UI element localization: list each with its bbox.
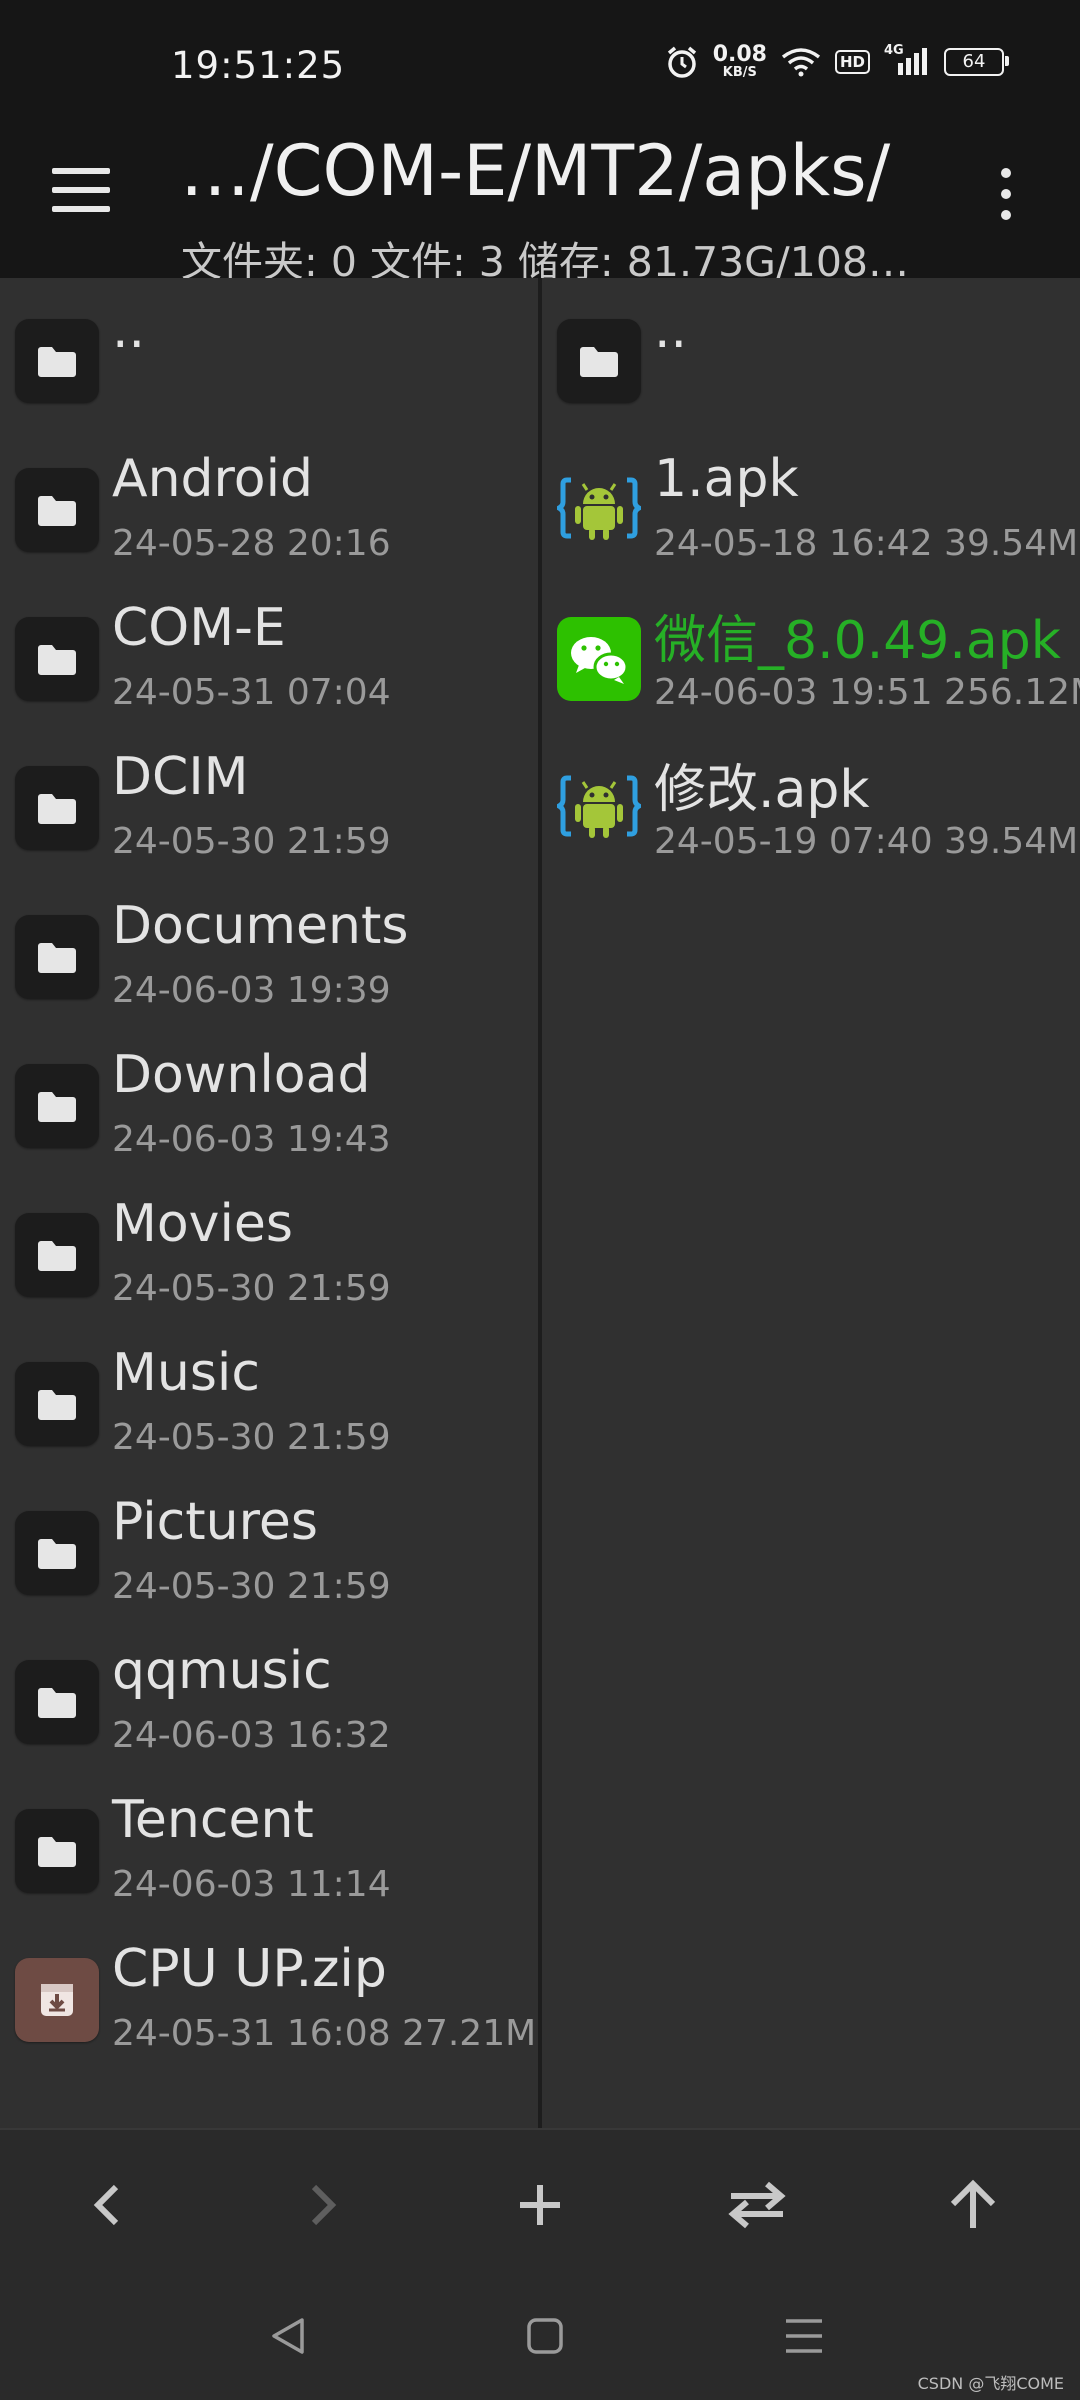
file-list-item[interactable]: Android 24-05-28 20:16 xyxy=(0,435,538,584)
file-list-item[interactable]: 修改.apk 24-05-19 07:40 39.54M xyxy=(542,733,1080,882)
signal-label: 4G xyxy=(884,42,904,58)
file-list-item[interactable]: Movies 24-05-30 21:59 xyxy=(0,1180,538,1329)
folder-icon xyxy=(15,1362,99,1446)
file-meta: 24-06-03 11:14 xyxy=(112,1864,391,1905)
android-apk-icon xyxy=(557,766,641,850)
file-meta: 24-06-03 19:39 xyxy=(112,970,391,1011)
status-time: 19:51:25 xyxy=(171,44,346,87)
file-meta: 24-05-30 21:59 xyxy=(112,821,391,862)
add-icon xyxy=(516,2181,564,2233)
file-name: Android xyxy=(112,449,314,509)
more-options-button[interactable] xyxy=(994,168,1018,220)
file-list-item[interactable]: Download 24-06-03 19:43 xyxy=(0,1031,538,1180)
file-list-item[interactable]: 1.apk 24-05-18 16:42 39.54M xyxy=(542,435,1080,584)
triangle-back-icon xyxy=(268,2316,308,2360)
nav-home-button[interactable] xyxy=(515,2308,575,2368)
file-meta: 24-05-30 21:59 xyxy=(112,1566,391,1607)
network-speed-value: 0.08 xyxy=(712,42,767,67)
file-meta: 24-06-03 19:43 xyxy=(112,1119,391,1160)
folder-icon xyxy=(15,915,99,999)
nav-recents-button[interactable] xyxy=(774,2308,834,2368)
wifi-icon xyxy=(781,47,821,77)
file-list-item[interactable]: Pictures 24-05-30 21:59 xyxy=(0,1478,538,1627)
file-name: CPU UP.zip xyxy=(112,1939,387,1999)
folder-icon xyxy=(15,1809,99,1893)
hd-badge: HD xyxy=(834,49,870,74)
up-directory-button[interactable] xyxy=(938,2172,1008,2242)
folder-icon xyxy=(15,319,99,403)
parent-directory-label: .. xyxy=(112,300,146,360)
file-list-item[interactable]: CPU UP.zip 24-05-31 16:08 27.21M xyxy=(0,1925,538,2074)
file-meta: 24-05-19 07:40 39.54M xyxy=(654,821,1079,862)
square-home-icon xyxy=(526,2317,564,2359)
folder-icon xyxy=(15,1213,99,1297)
forward-button[interactable] xyxy=(288,2172,358,2242)
file-list-item[interactable]: Music 24-05-30 21:59 xyxy=(0,1329,538,1478)
parent-directory-label: .. xyxy=(654,300,688,360)
file-list-item[interactable]: COM-E 24-05-31 07:04 xyxy=(0,584,538,733)
file-list-item[interactable]: DCIM 24-05-30 21:59 xyxy=(0,733,538,882)
file-name: Pictures xyxy=(112,1492,318,1552)
file-name: Music xyxy=(112,1343,260,1403)
status-icons: 0.08 KB/S HD 4G 64 xyxy=(665,42,1009,80)
current-path: …/COM-E/MT2/apks/ xyxy=(180,130,891,212)
folder-icon xyxy=(15,766,99,850)
file-meta: 24-06-03 16:32 xyxy=(112,1715,391,1756)
file-meta: 24-06-03 19:51 256.12M xyxy=(654,672,1080,713)
file-name: qqmusic xyxy=(112,1641,332,1701)
file-meta: 24-05-30 21:59 xyxy=(112,1268,391,1309)
battery-indicator: 64 xyxy=(944,47,1009,76)
file-list-item[interactable]: Documents 24-06-03 19:39 xyxy=(0,882,538,1031)
file-list-item[interactable]: Tencent 24-06-03 11:14 xyxy=(0,1776,538,1925)
archive-icon xyxy=(15,1958,99,2042)
file-name: COM-E xyxy=(112,598,286,658)
wechat-icon xyxy=(557,617,641,701)
add-button[interactable] xyxy=(505,2172,575,2242)
file-name: Movies xyxy=(112,1194,293,1254)
folder-icon xyxy=(15,617,99,701)
folder-icon xyxy=(15,1660,99,1744)
back-icon xyxy=(92,2183,122,2231)
swap-panes-button[interactable] xyxy=(722,2172,792,2242)
file-list-item[interactable]: 微信_8.0.49.apk 24-06-03 19:51 256.12M xyxy=(542,584,1080,733)
back-button[interactable] xyxy=(72,2172,142,2242)
file-name: 1.apk xyxy=(654,449,799,509)
file-name: Documents xyxy=(112,896,409,956)
folder-icon xyxy=(15,468,99,552)
up-icon xyxy=(948,2178,998,2236)
folder-icon xyxy=(15,1511,99,1595)
parent-directory-item[interactable]: .. xyxy=(542,286,1080,435)
network-speed-unit: KB/S xyxy=(722,65,757,80)
file-name: 微信_8.0.49.apk xyxy=(654,611,1061,671)
watermark: CSDN @飞翔COME xyxy=(917,2374,1064,2393)
left-file-pane: .. Android 24-05-28 20:16 COM-E 24-05-31 07… xyxy=(0,278,538,2128)
file-meta: 24-05-30 21:59 xyxy=(112,1417,391,1458)
nav-back-button[interactable] xyxy=(258,2308,318,2368)
file-meta: 24-05-28 20:16 xyxy=(112,523,391,564)
alarm-icon xyxy=(665,45,699,79)
menu-lines-icon xyxy=(784,2317,824,2359)
android-apk-icon xyxy=(557,468,641,552)
menu-button[interactable] xyxy=(52,168,112,216)
file-name: Download xyxy=(112,1045,371,1105)
file-name: 修改.apk xyxy=(654,760,870,820)
file-meta: 24-05-31 07:04 xyxy=(112,672,391,713)
file-meta: 24-05-18 16:42 39.54M xyxy=(654,523,1079,564)
file-name: Tencent xyxy=(112,1790,314,1850)
forward-icon xyxy=(308,2183,338,2231)
file-list-item[interactable]: qqmusic 24-06-03 16:32 xyxy=(0,1627,538,1776)
cell-signal-icon: 4G xyxy=(884,43,930,77)
network-speed: 0.08 KB/S xyxy=(712,42,767,80)
top-bar: 19:51:25 0.08 KB/S HD 4G 64 …/COM-E/MT2/… xyxy=(0,0,1080,286)
file-meta: 24-05-31 16:08 27.21M xyxy=(112,2013,537,2054)
folder-icon xyxy=(15,1064,99,1148)
file-name: DCIM xyxy=(112,747,249,807)
folder-icon xyxy=(557,319,641,403)
swap-icon xyxy=(725,2180,789,2234)
right-file-pane: .. 1.apk 24-05-18 16:42 39.54M 微信_8.0.49.a… xyxy=(542,278,1080,2128)
bottom-toolbar xyxy=(0,2128,1080,2280)
parent-directory-item[interactable]: .. xyxy=(0,286,538,435)
